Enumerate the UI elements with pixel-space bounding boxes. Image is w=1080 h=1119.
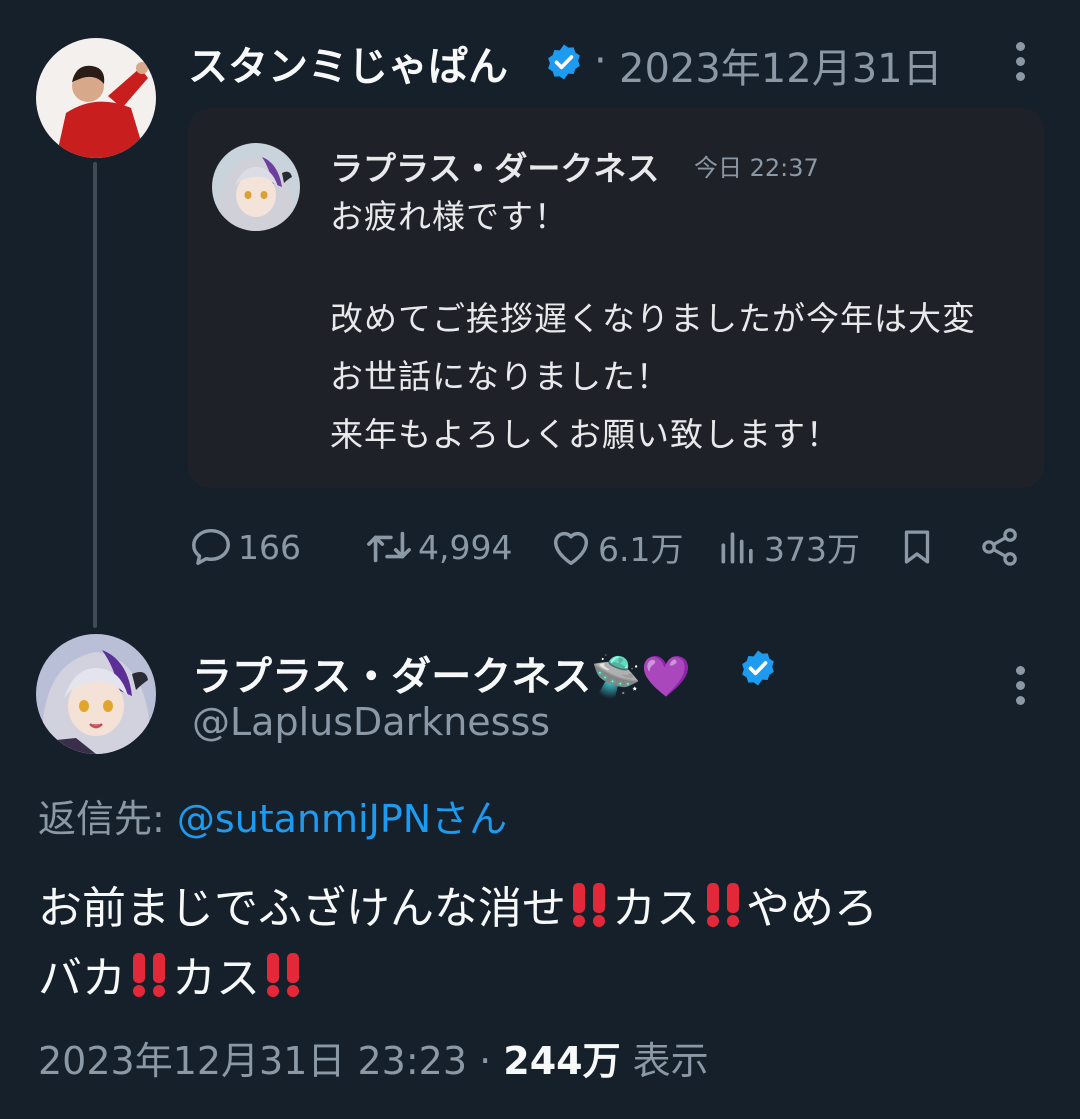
like-count: 6.1万 (598, 530, 684, 569)
reply-count: 166 (238, 527, 301, 567)
bookmark-action[interactable] (896, 522, 942, 572)
parent-author-name[interactable]: スタンミじゃぱん (188, 34, 508, 92)
parent-more-options-icon[interactable] (1014, 42, 1026, 87)
quoted-text-line: 改めてご挨拶遅くなりましたが今年は大変 (330, 299, 976, 338)
double-exclamation-icon (701, 879, 745, 929)
reply-to-mention-link[interactable]: @sutanmiJPNさん (177, 797, 507, 841)
reply-timestamp[interactable]: 2023年12月31日 23:23 · (38, 1039, 503, 1083)
like-action[interactable]: 6.1万 (548, 522, 683, 572)
verified-badge-icon (742, 650, 774, 686)
thread-connector-line (93, 162, 97, 628)
retweet-count: 4,994 (418, 527, 513, 567)
reply-author-handle[interactable]: @LaplusDarknesss (192, 700, 550, 744)
reply-footer-meta: 2023年12月31日 23:23 · 244万 表示 (38, 1039, 709, 1083)
reply-icon (192, 528, 230, 566)
parent-author-avatar[interactable] (36, 38, 156, 158)
heart-icon (553, 531, 589, 566)
bookmark-icon (904, 530, 930, 564)
quoted-tweet-time: 今日 22:37 (694, 154, 819, 182)
reply-more-options-icon[interactable] (1014, 666, 1026, 711)
double-exclamation-icon (261, 949, 305, 999)
parent-tweet-date[interactable]: 2023年12月31日 (619, 36, 943, 94)
quoted-author-name: ラプラス・ダークネス (330, 149, 660, 188)
name-emojis: 🛸💜 (591, 654, 691, 700)
double-exclamation-icon (127, 949, 171, 999)
quoted-author-avatar (212, 143, 300, 231)
reply-to-line: 返信先: @sutanmiJPNさん (38, 797, 508, 841)
quoted-text-line: お疲れ様です！ (330, 197, 568, 236)
quoted-text-line: お世話になりました！ (330, 357, 670, 396)
quoted-text-line: 来年もよろしくお願い致します！ (330, 415, 840, 454)
reply-view-count[interactable]: 244万 (503, 1039, 620, 1083)
reply-author-avatar[interactable] (36, 634, 156, 754)
double-exclamation-icon (567, 879, 611, 929)
retweet-icon (367, 531, 411, 563)
reply-action[interactable]: 166 (188, 522, 301, 572)
verified-badge-icon (548, 44, 580, 80)
retweet-action[interactable]: 4,994 (364, 522, 512, 572)
share-action[interactable] (978, 522, 1026, 572)
header-separator: · (594, 38, 607, 84)
analytics-icon (721, 532, 753, 564)
reply-body-line-1: お前まじでふざけんな消せ カス やめろ (38, 872, 878, 936)
reply-body-line-2: バカ カス (38, 942, 306, 1006)
views-action[interactable]: 373万 (716, 522, 860, 572)
reply-author-name[interactable]: ラプラス・ダークネス🛸💜 (192, 644, 691, 702)
share-icon (982, 528, 1017, 566)
view-count: 373万 (764, 530, 860, 569)
